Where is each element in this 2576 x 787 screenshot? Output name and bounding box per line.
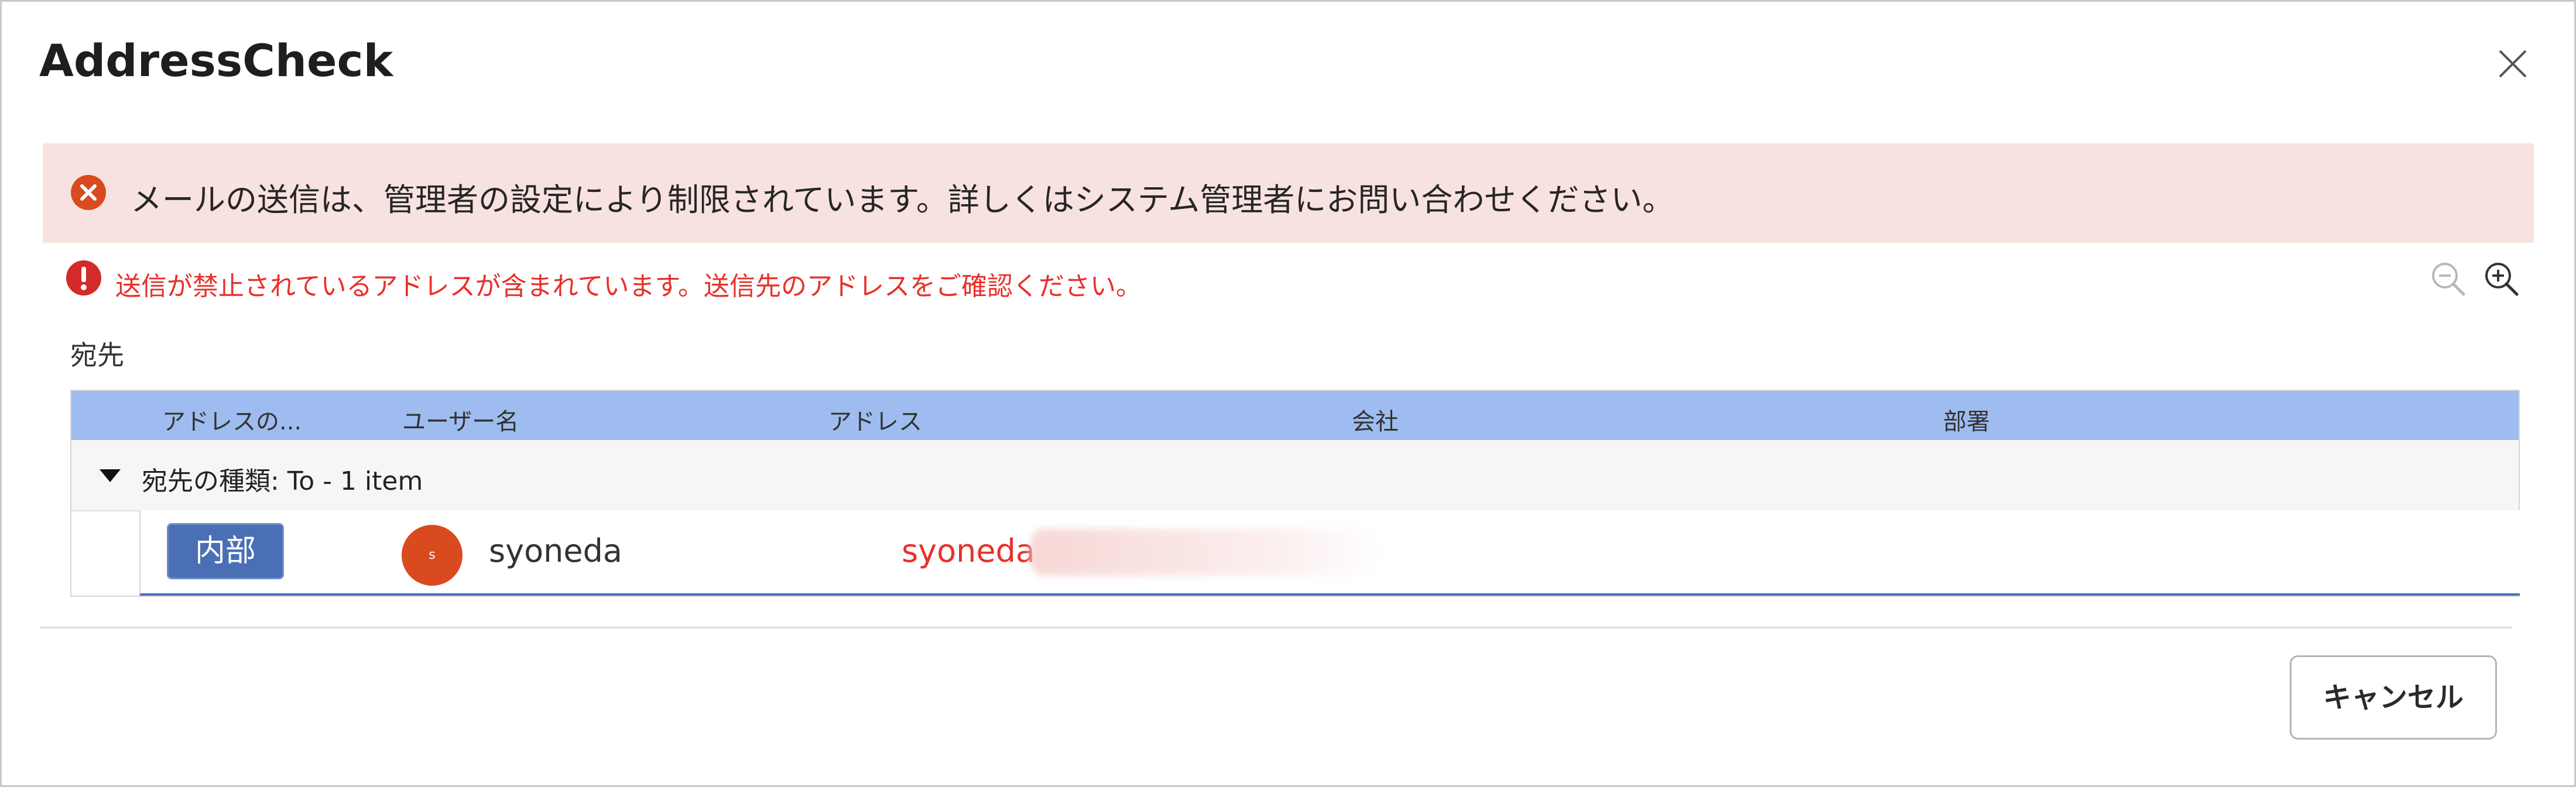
close-icon[interactable] [2495,46,2530,81]
zoom-out-icon[interactable] [2428,259,2467,298]
grid-header: アドレスの... ユーザー名 アドレス 会社 部署 [71,391,2519,440]
column-header-username[interactable]: ユーザー名 [402,403,519,437]
caret-down-icon[interactable] [98,467,122,484]
footer-divider [40,627,2512,628]
address-redaction [1030,529,1382,576]
recipients-grid: アドレスの... ユーザー名 アドレス 会社 部署 宛先の種類: To - 1 … [70,390,2520,597]
username-cell: syoneda [489,532,622,569]
error-banner: メールの送信は、管理者の設定により制限されています。詳しくはシステム管理者にお問… [43,143,2534,243]
exclamation-circle-icon [66,260,101,295]
section-label-recipients: 宛先 [70,339,124,371]
column-header-company[interactable]: 会社 [1352,403,1399,437]
table-row[interactable]: 内部 s syoneda syoneda [139,510,2520,596]
warning-message: 送信が禁止されているアドレスが含まれています。送信先のアドレスをご確認ください。 [115,272,1142,301]
group-row[interactable]: 宛先の種類: To - 1 item [71,440,2519,511]
zoom-in-icon[interactable] [2482,259,2520,298]
address-cell: syoneda [902,532,1035,569]
cancel-button[interactable]: キャンセル [2290,655,2497,740]
column-header-address-type[interactable]: アドレスの... [162,403,302,437]
avatar: s [402,525,463,586]
internal-badge[interactable]: 内部 [167,523,284,579]
error-circle-icon [71,175,106,210]
address-check-dialog: AddressCheck メールの送信は、管理者の設定により制限されています。詳… [0,0,2576,787]
column-header-department[interactable]: 部署 [1943,403,1990,437]
column-header-address[interactable]: アドレス [828,403,922,437]
error-message: メールの送信は、管理者の設定により制限されています。詳しくはシステム管理者にお問… [131,181,1674,218]
group-label: 宛先の種類: To - 1 item [142,466,423,496]
dialog-title: AddressCheck [39,35,393,87]
